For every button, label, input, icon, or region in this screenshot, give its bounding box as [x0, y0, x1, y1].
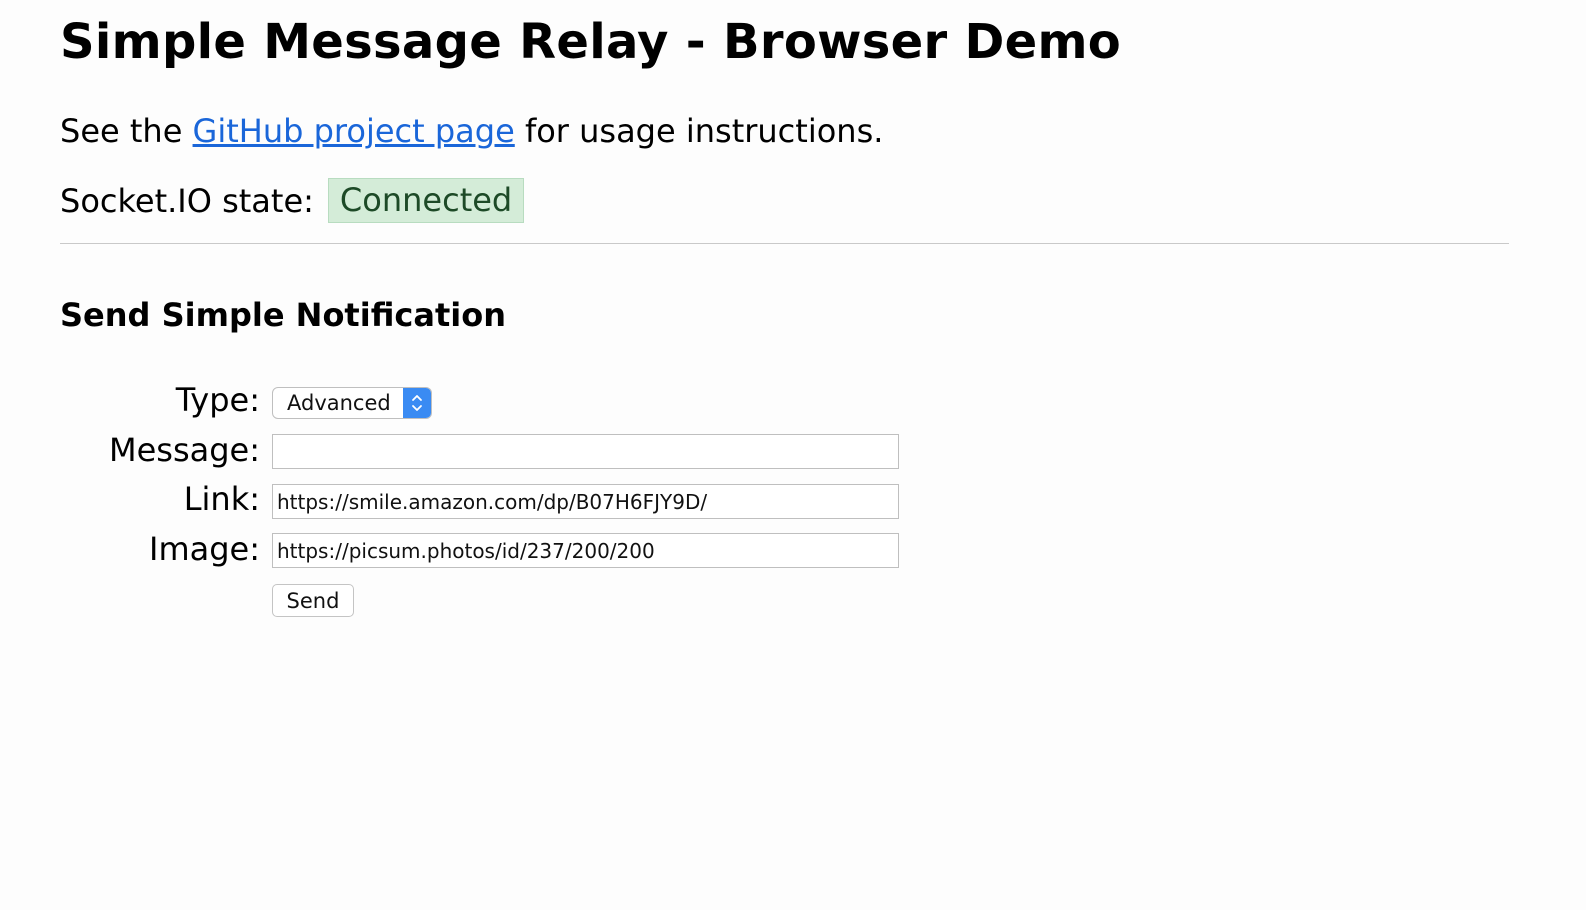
- type-select-value: Advanced: [287, 391, 391, 415]
- socket-state: Socket.IO state: Connected: [60, 178, 525, 223]
- status-badge: Connected: [327, 178, 525, 223]
- link-label: Link:: [183, 480, 260, 518]
- type-select[interactable]: Advanced: [272, 387, 432, 419]
- message-input[interactable]: [272, 434, 899, 469]
- type-label: Type:: [175, 381, 260, 419]
- github-project-link[interactable]: GitHub project page: [193, 112, 515, 150]
- divider: [60, 243, 1509, 244]
- image-label: Image:: [149, 530, 260, 568]
- link-input[interactable]: [272, 484, 899, 519]
- page: Simple Message Relay - Browser Demo See …: [0, 0, 1586, 910]
- select-arrows-icon: [403, 388, 431, 418]
- page-title: Simple Message Relay - Browser Demo: [60, 14, 1122, 70]
- image-input[interactable]: [272, 533, 899, 568]
- intro-suffix: for usage instructions.: [524, 112, 884, 150]
- send-button[interactable]: Send: [272, 584, 354, 617]
- message-label: Message:: [108, 431, 260, 469]
- section-title: Send Simple Notification: [60, 296, 506, 334]
- socket-state-label: Socket.IO state:: [60, 181, 314, 220]
- intro-text: See the GitHub project page for usage in…: [60, 112, 883, 150]
- intro-prefix: See the: [60, 112, 183, 150]
